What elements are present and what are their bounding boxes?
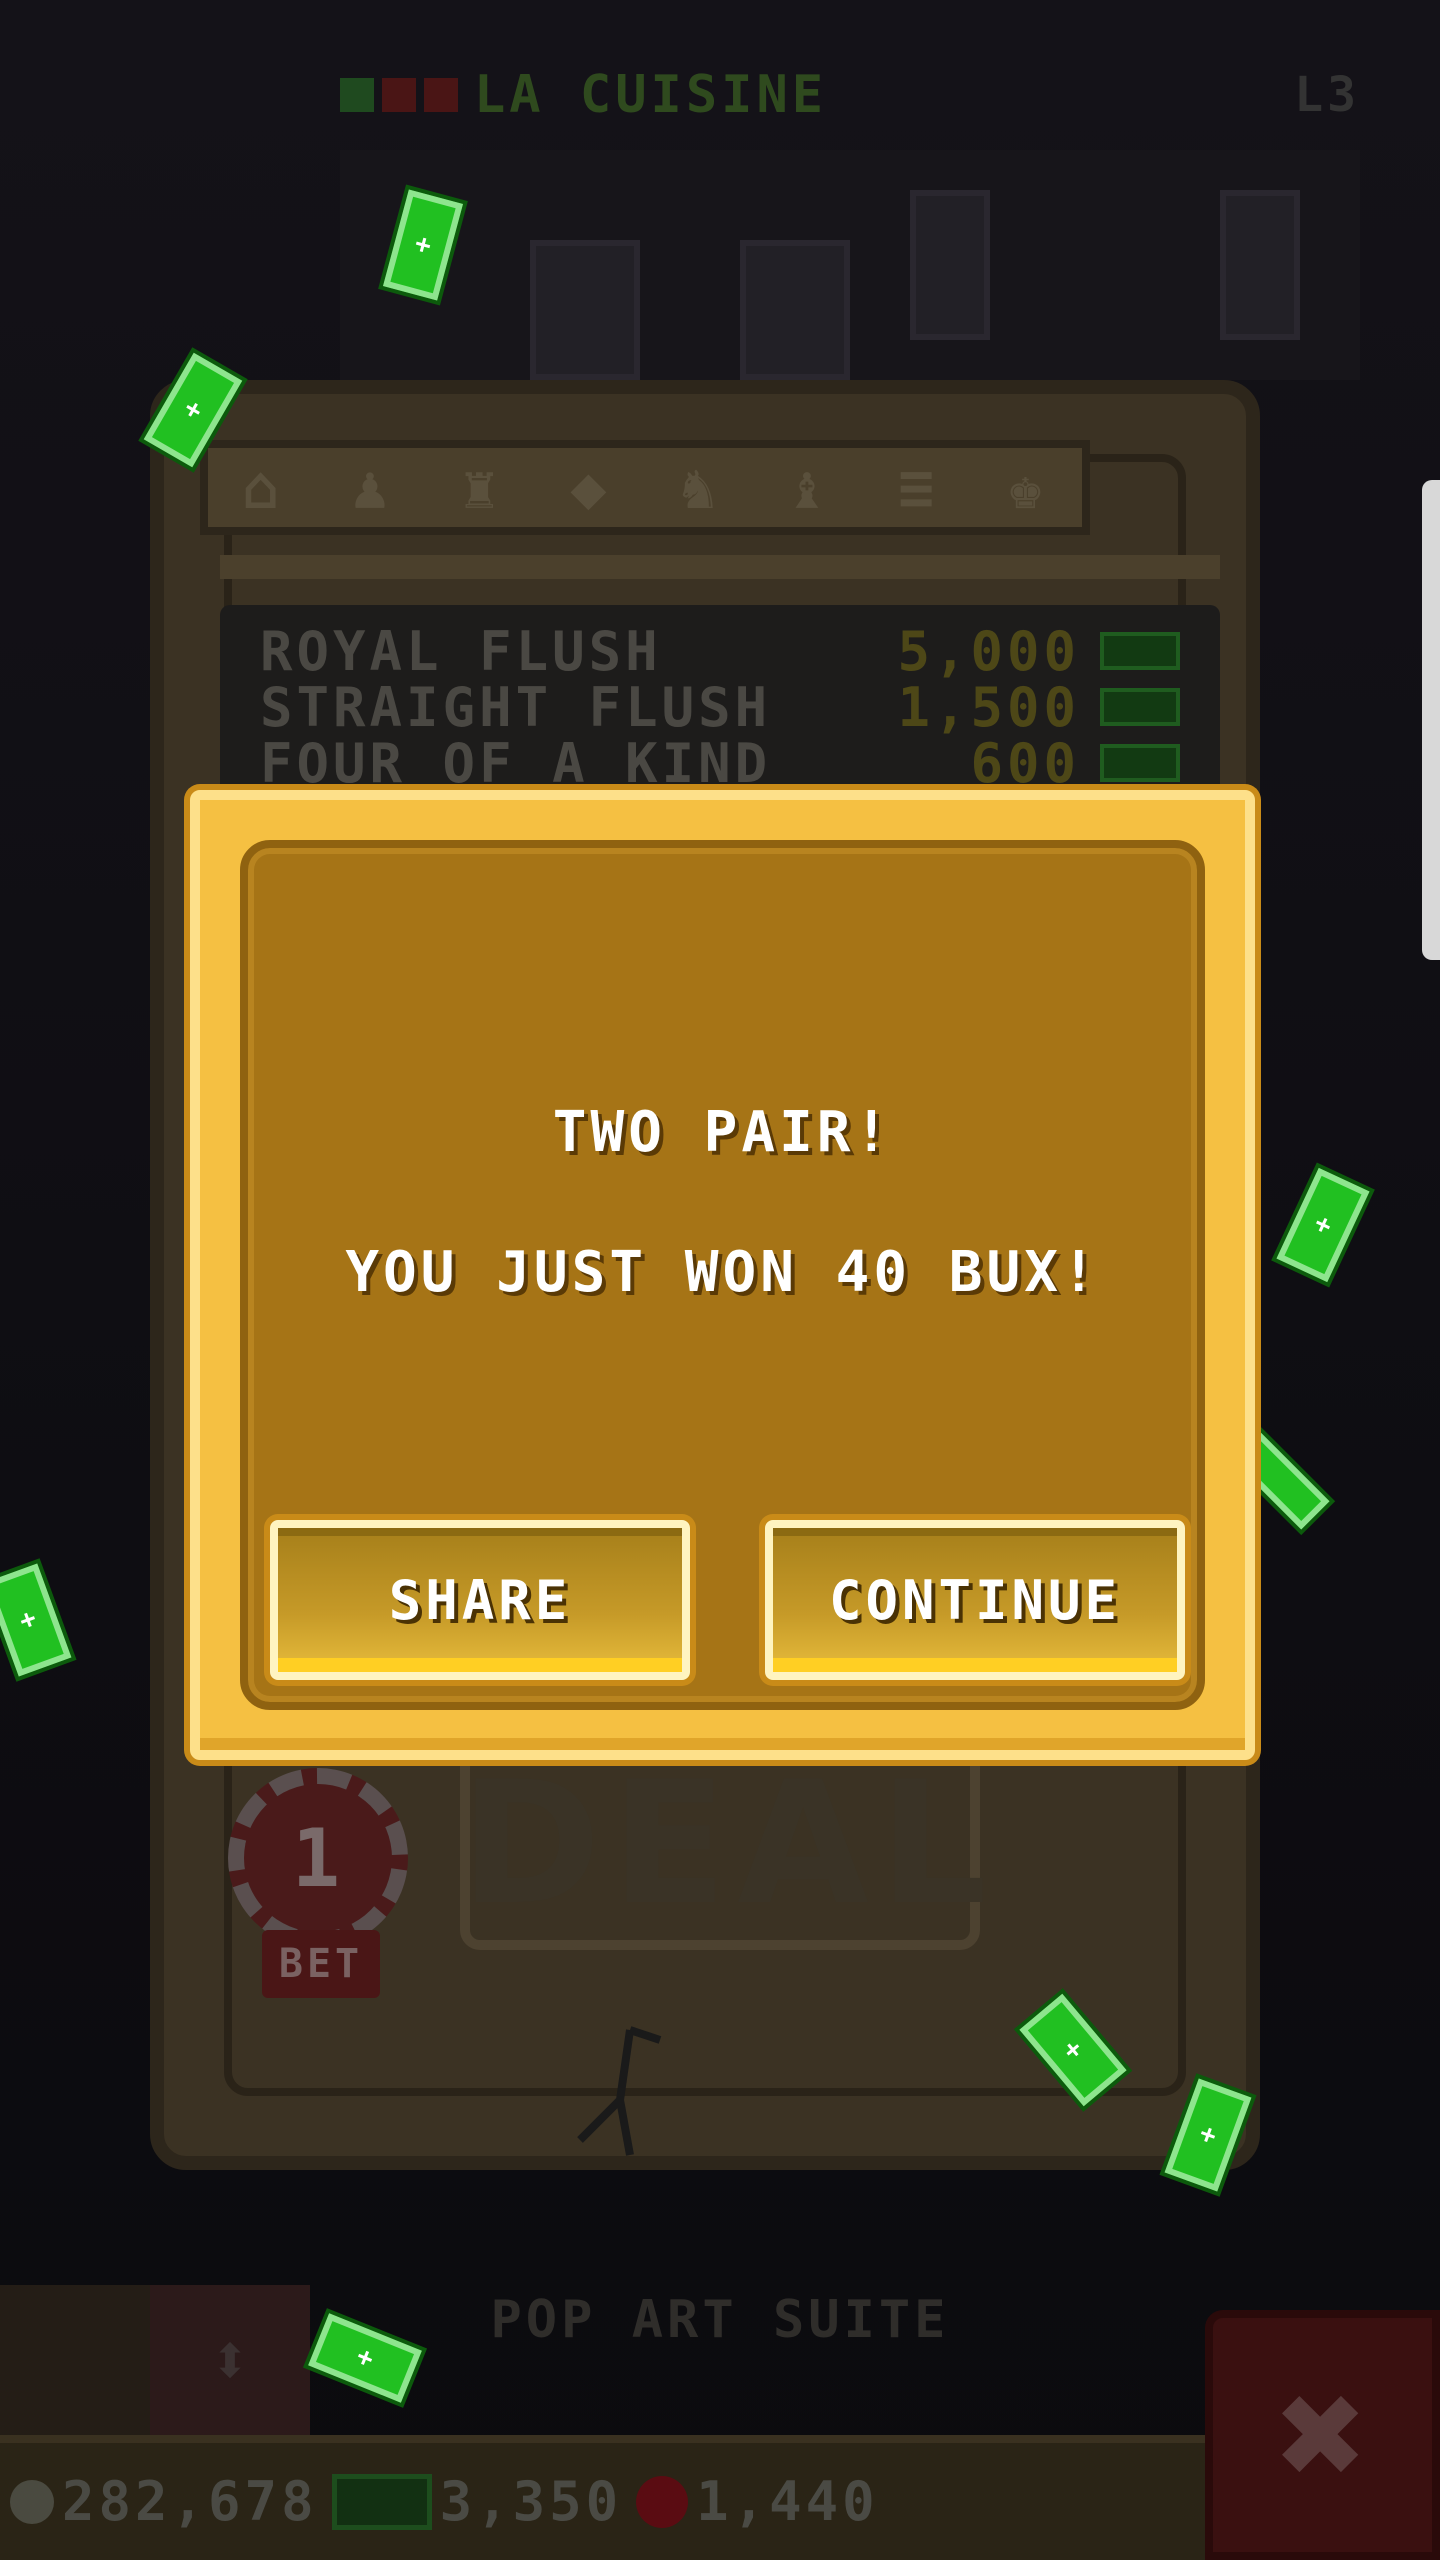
chip-icon [636, 2475, 689, 2528]
window [1220, 190, 1300, 340]
chips-stat: 1,440 [636, 2470, 879, 2533]
symbol-icon: ♝ [788, 452, 829, 523]
floor-level: L3 [1294, 67, 1360, 123]
symbol-icon: ♜ [461, 452, 502, 523]
edge-panel-handle[interactable] [1422, 480, 1440, 960]
bux-icon [1100, 688, 1180, 726]
machine-symbol-strip: ⌂ ♟ ♜ ◆ ♞ ♝ ≡ ♚ [200, 440, 1090, 535]
bux-value: 3,350 [439, 2470, 623, 2533]
close-button[interactable]: ✖ [1205, 2310, 1440, 2560]
currency-bar: 282,678 3,350 1,440 [0, 2435, 1205, 2560]
floor-backdrop [340, 150, 1360, 380]
symbol-icon: ♚ [1007, 452, 1048, 523]
symbol-icon: ♞ [679, 452, 720, 523]
bux-icon [1100, 632, 1180, 670]
paytable-payout: 1,500 [897, 675, 1080, 739]
bux-icon [331, 2473, 432, 2530]
symbol-icon: ◆ [570, 452, 611, 523]
status-square-icon [382, 78, 416, 112]
paytable-hand: FOUR OF A KIND [260, 731, 772, 795]
coins-stat: 282,678 [10, 2470, 318, 2533]
machine-shelf [220, 555, 1220, 579]
window [530, 240, 640, 380]
continue-button[interactable]: CONTINUE [765, 1520, 1185, 1680]
coins-value: 282,678 [62, 2470, 318, 2533]
paytable-payout: 5,000 [897, 619, 1080, 683]
symbol-icon: ⌂ [242, 452, 283, 523]
close-icon: ✖ [1277, 2348, 1368, 2522]
window [910, 190, 990, 340]
bet-chip[interactable]: 1 [228, 1768, 408, 1948]
floor-status-icons [340, 78, 458, 112]
paytable-row: ROYAL FLUSH 5,000 [260, 620, 1180, 683]
lamp-icon [577, 2026, 662, 2156]
status-check-icon [340, 78, 374, 112]
result-dialog: TWO PAIR! YOU JUST WON 40 BUX! SHARE CON… [190, 790, 1255, 1760]
deal-button[interactable]: DEAL [460, 1745, 987, 1943]
bux-icon [1100, 744, 1180, 782]
paytable-row: FOUR OF A KIND 600 [260, 732, 1180, 795]
paytable-payout: 600 [970, 731, 1080, 795]
dialog-message: YOU JUST WON 40 BUX! [345, 1240, 1100, 1305]
symbol-icon: ♟ [351, 452, 392, 523]
floor-header: LA CUISINE L3 [340, 55, 1360, 135]
symbol-icon: ≡ [898, 452, 939, 523]
window [740, 240, 850, 380]
paytable: ROYAL FLUSH 5,000 STRAIGHT FLUSH 1,500 F… [220, 605, 1220, 795]
paytable-hand: STRAIGHT FLUSH [260, 675, 772, 739]
bet-label: BET [262, 1930, 380, 1998]
coin-icon [10, 2479, 54, 2524]
paytable-hand: ROYAL FLUSH [260, 619, 662, 683]
paytable-row: STRAIGHT FLUSH 1,500 [260, 676, 1180, 739]
status-square-icon [424, 78, 458, 112]
chips-value: 1,440 [696, 2470, 879, 2533]
floor-name: LA CUISINE [474, 65, 828, 125]
dialog-title: TWO PAIR! [552, 1100, 893, 1165]
share-button[interactable]: SHARE [270, 1520, 690, 1680]
bux-stat: 3,350 [331, 2470, 623, 2533]
